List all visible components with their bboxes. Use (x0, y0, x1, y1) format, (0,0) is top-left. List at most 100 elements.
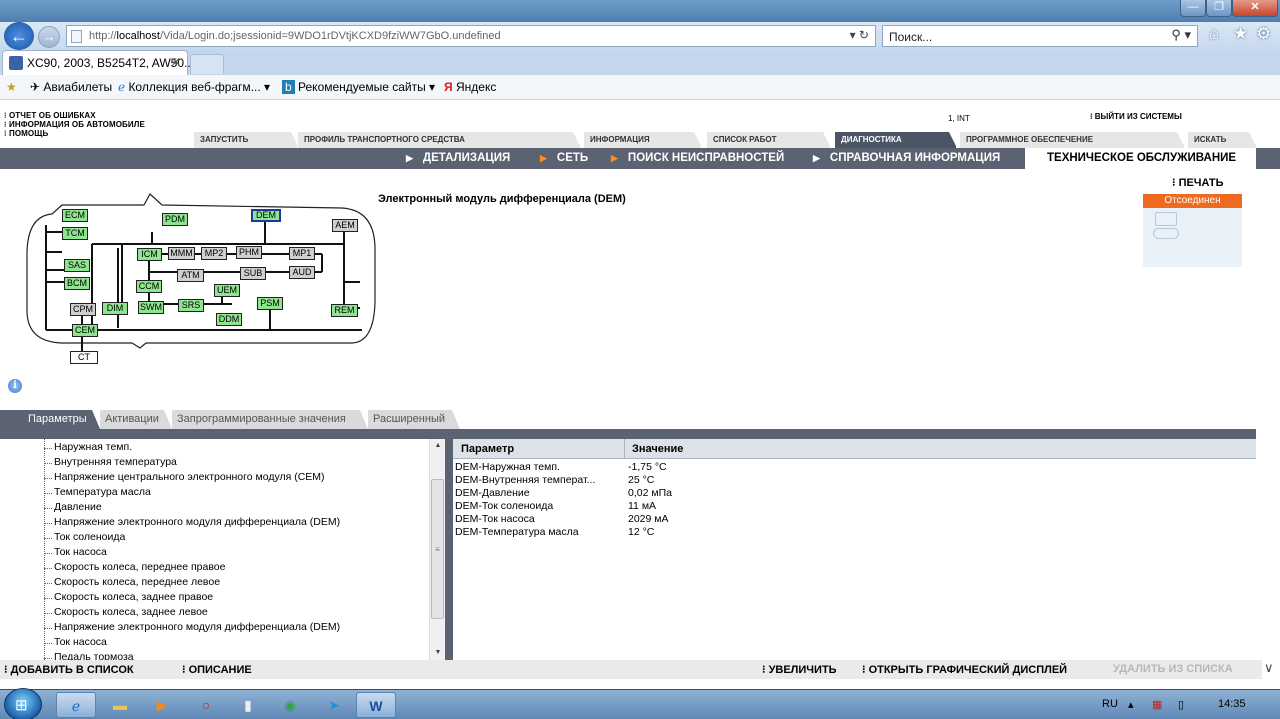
node-sub[interactable]: SUB (240, 267, 266, 280)
node-bcm[interactable]: BCM (64, 277, 90, 290)
close-tab-icon[interactable]: ✕ (171, 55, 181, 69)
node-mp2[interactable]: MP2 (201, 247, 227, 260)
favorites-star-icon[interactable]: ★ (6, 80, 17, 94)
node-cpm[interactable]: CPM (70, 303, 96, 316)
subnav-network[interactable]: ▶ СЕТЬ (540, 152, 588, 164)
favorites-star-icon[interactable]: ★ (1233, 24, 1248, 44)
tree-item[interactable]: Ток насоса (44, 636, 107, 648)
tree-item[interactable]: Напряжение электронного модуля дифференц… (43, 516, 340, 528)
minimize-button[interactable]: — (1180, 0, 1206, 17)
start-button[interactable]: ⊞ (4, 688, 42, 719)
home-icon[interactable]: ⌂ (1209, 24, 1219, 44)
zoom-button[interactable]: УВЕЛИЧИТЬ (762, 663, 837, 676)
tray-arrow-icon[interactable]: ▴ (1128, 698, 1134, 711)
favorite-webslices[interactable]: ℯ Коллекция веб-фрагм... ▾ (118, 80, 270, 94)
forward-button[interactable]: → (38, 26, 60, 48)
tree-item[interactable]: Внутренняя температура (44, 456, 177, 468)
node-ccm[interactable]: CCM (136, 280, 162, 293)
maximize-button[interactable]: ❐ (1206, 0, 1232, 17)
tree-item[interactable]: Напряжение электронного модуля дифференц… (43, 621, 340, 633)
column-header-value[interactable]: Значение (632, 443, 683, 455)
node-swm[interactable]: SWM (138, 301, 164, 314)
column-separator[interactable] (624, 439, 625, 459)
favorite-suggested[interactable]: b Рекомендуемые сайты ▾ (282, 80, 435, 94)
tab-diagnostics[interactable]: ДИАГНОСТИКА (834, 132, 957, 148)
add-to-list-button[interactable]: ДОБАВИТЬ В СПИСОК (4, 663, 134, 676)
logout-link[interactable]: ВЫЙТИ ИЗ СИСТЕМЫ (1090, 112, 1182, 121)
battery-icon[interactable]: ▯ (1178, 698, 1184, 711)
tab-start[interactable]: ЗАПУСТИТЬ (193, 132, 299, 148)
tab-software[interactable]: ПРОГРАММНОЕ ОБЕСПЕЧЕНИЕ (959, 132, 1185, 148)
media-player-taskbar-icon[interactable]: ▶ (142, 692, 182, 718)
node-ecm[interactable]: ECM (62, 209, 88, 222)
print-link[interactable]: ПЕЧАТЬ (1172, 176, 1224, 189)
tab-advanced[interactable]: Расширенный (368, 410, 460, 429)
tree-item[interactable]: Напряжение центрального электронного мод… (44, 471, 325, 483)
gear-icon[interactable]: ⚙ (1256, 24, 1271, 44)
explorer-taskbar-icon[interactable]: ▬ (100, 692, 140, 718)
tab-search[interactable]: ИСКАТЬ (1187, 132, 1257, 148)
node-icm[interactable]: ICM (137, 248, 162, 261)
tree-item[interactable]: Скорость колеса, заднее правое (43, 591, 213, 603)
node-rem[interactable]: REM (331, 304, 358, 317)
telegram-taskbar-icon[interactable]: ➤ (314, 692, 354, 718)
app-taskbar-icon[interactable]: ▮ (228, 692, 268, 718)
tree-scrollbar[interactable]: ▲ ≡ ▼ (429, 439, 445, 660)
node-mp1[interactable]: MP1 (289, 247, 315, 260)
tree-item[interactable]: Давление (44, 501, 102, 513)
node-mmm[interactable]: MMM (168, 247, 195, 260)
opera-taskbar-icon[interactable]: ○ (186, 692, 226, 718)
node-pdm[interactable]: PDM (162, 213, 188, 226)
tree-item[interactable]: Скорость колеса, заднее левое (44, 606, 208, 618)
node-dem[interactable]: DEM (251, 209, 281, 222)
address-bar[interactable]: http://localhost/Vida/Login.do;jsessioni… (66, 25, 876, 47)
subnav-maintenance[interactable]: ТЕХНИЧЕСКОЕ ОБСЛУЖИВАНИЕ (1025, 148, 1256, 169)
node-psm[interactable]: PSM (257, 297, 283, 310)
tab-parameters[interactable]: Параметры (0, 410, 100, 429)
tab-vehicle-profile[interactable]: ПРОФИЛЬ ТРАНСПОРТНОГО СРЕДСТВА (297, 132, 581, 148)
description-button[interactable]: ОПИСАНИЕ (182, 663, 252, 676)
scroll-down-icon[interactable]: ▼ (430, 646, 446, 660)
vehicle-info-link[interactable]: ИНФОРМАЦИЯ ОБ АВТОМОБИЛЕ (4, 120, 145, 129)
close-window-button[interactable]: ✕ (1232, 0, 1278, 17)
node-aud[interactable]: AUD (289, 266, 315, 279)
chevron-down-icon[interactable]: ∨ (1264, 660, 1274, 676)
tab-programmed-values[interactable]: Запрограммированные значения (172, 410, 368, 429)
remove-from-list-button[interactable]: УДАЛИТЬ ИЗ СПИСКА (1113, 663, 1233, 675)
tab-information[interactable]: ИНФОРМАЦИЯ (583, 132, 702, 148)
column-header-parameter[interactable]: Параметр (461, 443, 514, 455)
chrome-taskbar-icon[interactable]: ◉ (270, 692, 310, 718)
error-report-link[interactable]: ОТЧЕТ ОБ ОШИБКАХ (4, 111, 96, 120)
tree-item[interactable]: Наружная темп. (43, 441, 132, 453)
node-sas[interactable]: SAS (64, 259, 90, 272)
back-button[interactable]: ← (4, 22, 34, 50)
node-srs[interactable]: SRS (178, 299, 204, 312)
open-graph-button[interactable]: ОТКРЫТЬ ГРАФИЧЕСКИЙ ДИСПЛЕЙ (862, 663, 1068, 676)
subnav-reference[interactable]: ▶ СПРАВОЧНАЯ ИНФОРМАЦИЯ (813, 152, 1000, 164)
node-ct[interactable]: CT (70, 351, 98, 364)
tree-item[interactable]: Скорость колеса, переднее правое (43, 561, 225, 573)
info-icon[interactable]: i (8, 379, 22, 393)
node-tcm[interactable]: TCM (62, 227, 88, 240)
node-phm[interactable]: PHM (236, 246, 262, 259)
node-uem[interactable]: UEM (214, 284, 240, 297)
node-cem[interactable]: CEM (72, 324, 98, 337)
node-ddm[interactable]: DDM (216, 313, 242, 326)
tab-work-list[interactable]: СПИСОК РАБОТ (706, 132, 831, 148)
new-tab-button[interactable] (190, 54, 224, 74)
refresh-icon[interactable]: ▾ ↻ (850, 28, 869, 42)
node-dim[interactable]: DIM (102, 302, 128, 315)
tab-vida[interactable]: XC90, 2003, B5254T2, AW50... ✕ (2, 50, 194, 75)
network-icon[interactable]: ▦ (1152, 698, 1162, 711)
panel-divider[interactable] (445, 439, 453, 660)
clock[interactable]: 14:35 (1218, 698, 1246, 710)
scroll-thumb[interactable]: ≡ (431, 479, 444, 619)
tree-item[interactable]: Ток насоса (44, 546, 107, 558)
favorite-flights[interactable]: ✈ Авиабилеты (30, 80, 112, 94)
word-taskbar-icon[interactable]: W (356, 692, 396, 718)
tree-item[interactable]: Температура масла (44, 486, 151, 498)
tree-item[interactable]: Педаль тормоза (44, 651, 134, 660)
favorite-yandex[interactable]: Я Яндекс (444, 80, 496, 94)
search-input[interactable]: Поиск... ⚲ ▾ (882, 25, 1198, 47)
node-aem[interactable]: AEM (332, 219, 358, 232)
